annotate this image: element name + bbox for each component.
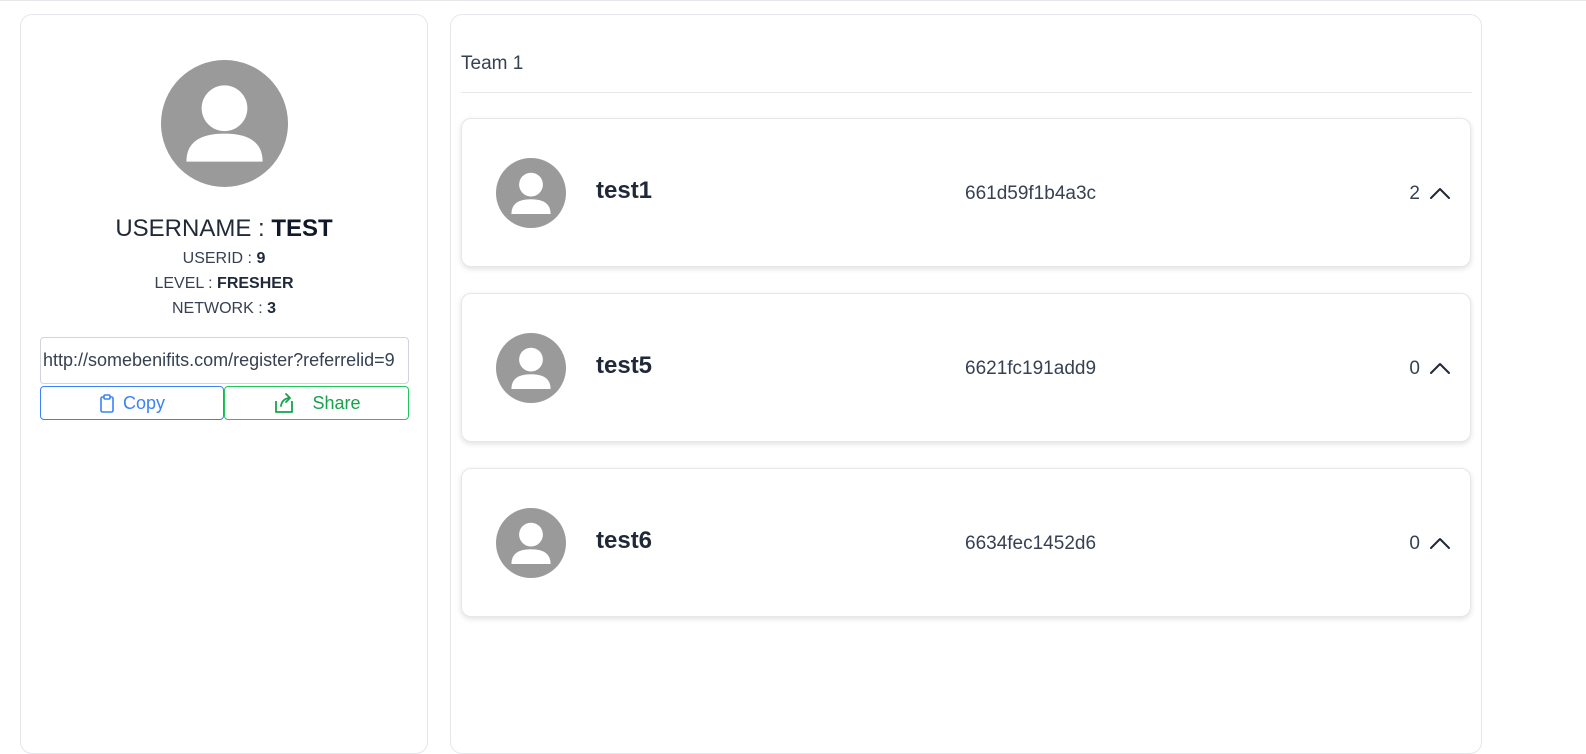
member-id: 6634fec1452d6	[965, 533, 1097, 554]
referral-link-input[interactable]	[40, 337, 409, 384]
share-button-label: Share	[312, 392, 361, 413]
userid-value: 9	[256, 250, 266, 267]
userid-line: USERID : 9	[20, 250, 428, 268]
user-avatar-icon	[511, 172, 551, 214]
member-id: 6621fc191add9	[965, 358, 1097, 379]
user-avatar-icon	[186, 85, 263, 162]
username-value: TEST	[271, 215, 333, 242]
level-value: FRESHER	[217, 275, 294, 292]
member-name: test1	[596, 177, 653, 204]
network-label: NETWORK :	[171, 300, 268, 317]
member-count: 2	[1409, 183, 1420, 204]
copy-button[interactable]: Copy	[40, 386, 224, 420]
clipboard-icon	[100, 393, 114, 413]
member-name: test5	[596, 352, 653, 379]
chevron-up-icon[interactable]	[1428, 358, 1452, 378]
member-avatar	[496, 508, 566, 578]
team-title: Team 1	[461, 53, 524, 74]
member-name: test6	[596, 527, 653, 554]
profile-avatar	[161, 60, 288, 187]
member-avatar	[496, 158, 566, 228]
copy-button-label: Copy	[122, 392, 166, 413]
user-avatar-icon	[511, 347, 551, 389]
username-line: USERNAME : TEST	[20, 215, 428, 243]
team-member-row[interactable]: test6 6634fec1452d6 0	[461, 468, 1471, 617]
member-id: 661d59f1b4a3c	[965, 183, 1097, 204]
member-count: 0	[1409, 358, 1420, 379]
share-button[interactable]: Share	[224, 386, 409, 420]
network-value: 3	[267, 300, 276, 317]
team-member-row[interactable]: test1 661d59f1b4a3c 2	[461, 118, 1471, 267]
member-avatar	[496, 333, 566, 403]
member-count: 0	[1409, 533, 1420, 554]
username-label: USERNAME :	[115, 215, 272, 242]
team-divider	[461, 92, 1472, 93]
team-member-row[interactable]: test5 6621fc191add9 0	[461, 293, 1471, 442]
chevron-up-icon[interactable]	[1428, 183, 1452, 203]
chevron-up-icon[interactable]	[1428, 533, 1452, 553]
network-line: NETWORK : 3	[20, 300, 428, 318]
top-divider	[0, 0, 1586, 1]
level-label: LEVEL :	[154, 275, 218, 292]
level-line: LEVEL : FRESHER	[20, 275, 428, 293]
share-icon	[275, 393, 294, 413]
user-avatar-icon	[511, 522, 551, 564]
userid-label: USERID :	[182, 250, 257, 267]
